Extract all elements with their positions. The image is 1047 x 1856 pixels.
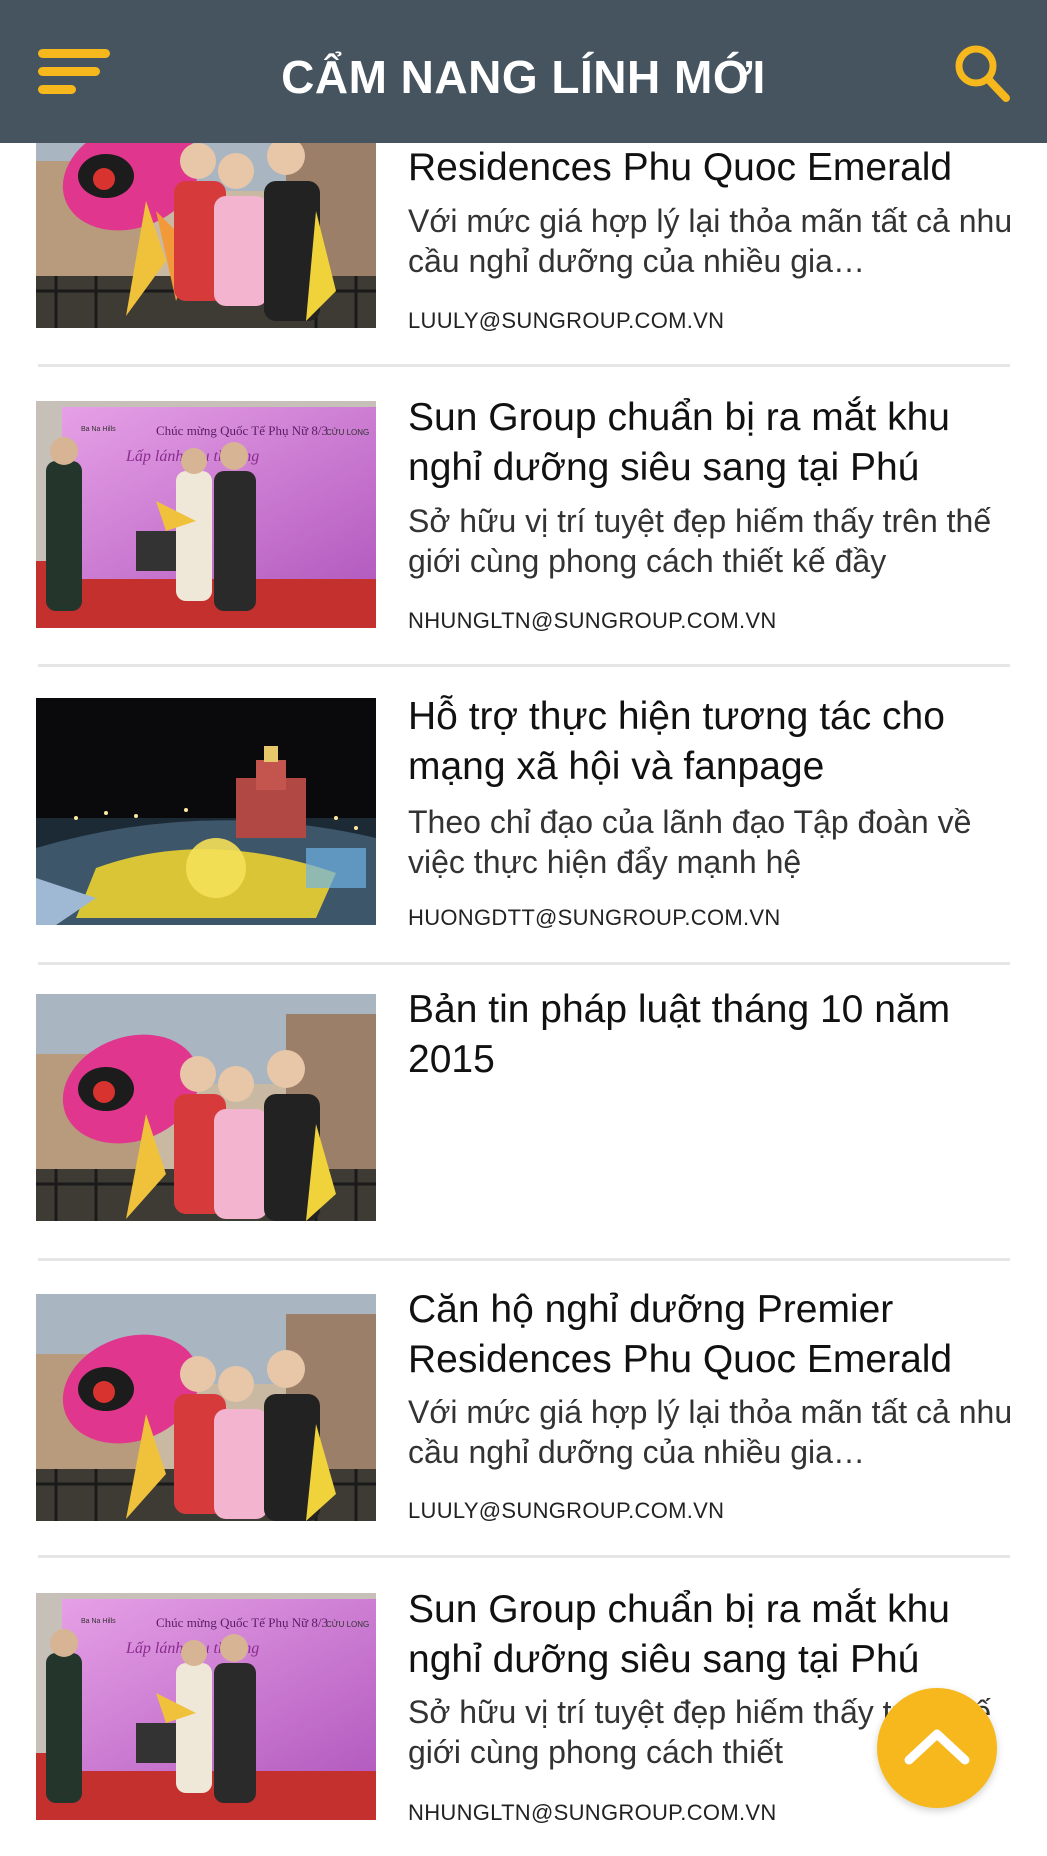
chevron-up-icon <box>904 1729 970 1765</box>
search-icon[interactable] <box>952 42 1012 104</box>
backdrop-text: Chúc mừng Quốc Tế Phụ Nữ 8/3 <box>156 423 328 438</box>
backdrop-text: CỬU LONG <box>326 1620 369 1629</box>
backdrop-text: Ba Na Hills <box>81 426 116 433</box>
app-header: CẨM NANG LÍNH MỚI <box>0 0 1047 143</box>
article-thumbnail: Chúc mừng Quốc Tế Phụ Nữ 8/3 Lấp lánh yê… <box>36 401 376 628</box>
article-author: NHUNGLTN@SUNGROUP.COM.VN <box>408 608 777 633</box>
article-author: HUONGDTT@SUNGROUP.COM.VN <box>408 905 781 930</box>
divider <box>38 962 1010 965</box>
article-excerpt: Sở hữu vị trí tuyệt đẹp hiếm thấy trên t… <box>408 503 992 579</box>
article-author: LUULY@SUNGROUP.COM.VN <box>408 1498 725 1523</box>
divider <box>38 664 1010 667</box>
article-title[interactable]: Căn hộ nghỉ dưỡng Premier Residences Phu… <box>408 1285 1018 1385</box>
article-thumbnail: Chúc mừng Quốc Tế Phụ Nữ 8/3 Lấp lánh yê… <box>36 1593 376 1820</box>
article-thumbnail <box>36 994 376 1221</box>
scroll-top-button[interactable] <box>877 1688 997 1808</box>
backdrop-text: CỬU LONG <box>326 428 369 437</box>
article-title[interactable]: Sun Group chuẩn bị ra mắt khu nghỉ dưỡng… <box>408 393 1018 493</box>
divider <box>38 364 1010 367</box>
article-excerpt: Theo chỉ đạo của lãnh đạo Tập đoàn về vi… <box>408 804 972 880</box>
backdrop-text: Ba Na Hills <box>81 1618 116 1625</box>
article-thumbnail <box>36 1294 376 1521</box>
article-author: LUULY@SUNGROUP.COM.VN <box>408 308 725 333</box>
article-thumbnail <box>36 698 376 925</box>
article-excerpt: Với mức giá hợp lý lại thỏa mãn tất cả n… <box>408 1394 1013 1470</box>
article-feed: Residences Phu Quoc Emerald Với mức giá … <box>0 0 1047 1856</box>
article-title[interactable]: Sun Group chuẩn bị ra mắt khu nghỉ dưỡng… <box>408 1585 1018 1685</box>
divider <box>38 1258 1010 1261</box>
article-title[interactable]: Hỗ trợ thực hiện tương tác cho mạng xã h… <box>408 692 1018 792</box>
backdrop-text: Chúc mừng Quốc Tế Phụ Nữ 8/3 <box>156 1615 328 1630</box>
page-title: CẨM NANG LÍNH MỚI <box>281 51 766 103</box>
article-title[interactable]: Bản tin pháp luật tháng 10 năm 2015 <box>408 985 1018 1085</box>
divider <box>38 1555 1010 1558</box>
